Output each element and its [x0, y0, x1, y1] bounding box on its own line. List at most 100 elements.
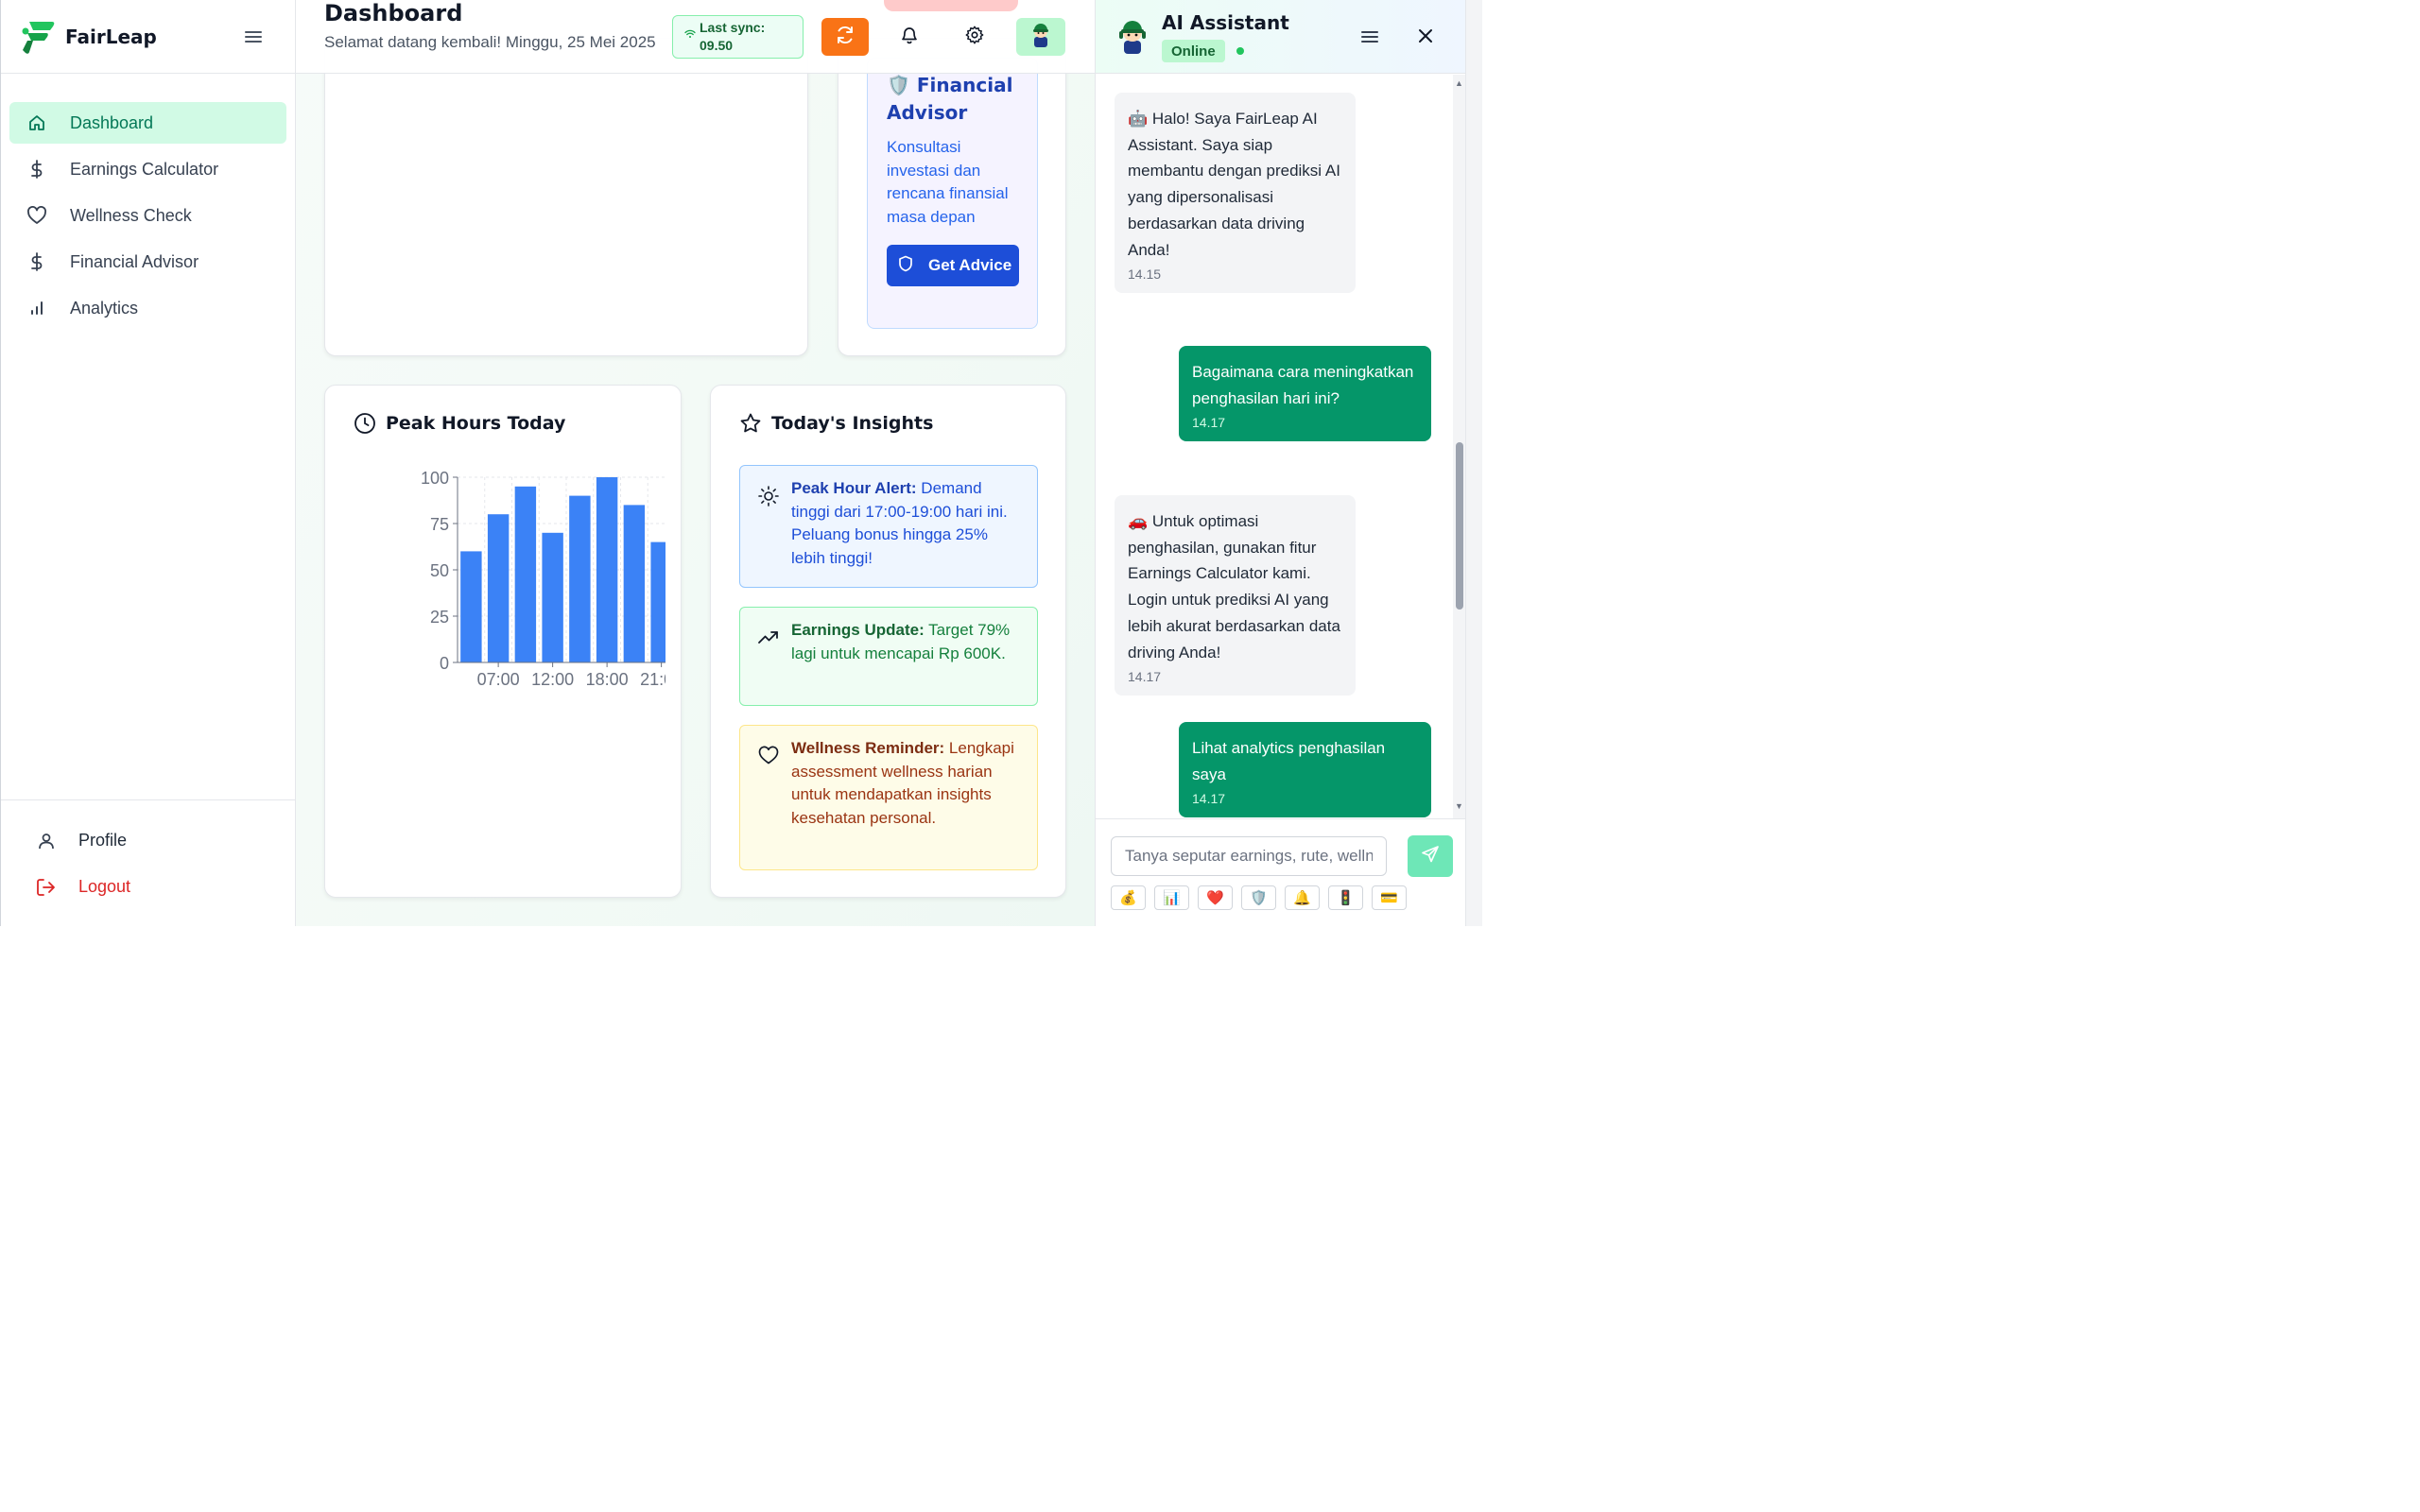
home-icon: [26, 112, 47, 133]
fairleap-logo-icon[interactable]: [20, 18, 56, 56]
message-text: 🤖 Halo! Saya FairLeap AI Assistant. Saya…: [1128, 110, 1340, 259]
message-text: Bagaimana cara meningkatkan penghasilan …: [1192, 363, 1414, 407]
y-tick-label: 100: [421, 469, 449, 488]
get-advice-label: Get Advice: [928, 256, 1012, 274]
page-scrollbar[interactable]: [1465, 0, 1482, 926]
x-tick-label: 21:00: [640, 670, 666, 689]
online-dot-icon: [1236, 47, 1244, 55]
heart-icon: [757, 745, 780, 773]
y-tick-label: 50: [430, 561, 449, 580]
shield-icon: [898, 255, 913, 277]
quick-security-button[interactable]: 🛡️: [1241, 885, 1276, 910]
clock-icon: [354, 412, 376, 435]
brand-name: FairLeap: [65, 25, 157, 48]
online-status-badge: Online: [1162, 40, 1225, 62]
message-text: Lihat analytics penghasilan saya: [1192, 739, 1386, 783]
sidebar-item-dashboard[interactable]: Dashboard: [9, 102, 286, 144]
chat-message-user: Lihat analytics penghasilan saya 14.17: [1179, 722, 1431, 818]
chat-message-user: Bagaimana cara meningkatkan penghasilan …: [1179, 346, 1431, 442]
sidebar-item-label: Financial Advisor: [70, 251, 199, 271]
peak-hours-title: Peak Hours Today: [386, 413, 566, 434]
message-text: 🚗 Untuk optimasi penghasilan, gunakan fi…: [1128, 512, 1340, 662]
notifications-button[interactable]: [886, 18, 933, 56]
quick-payment-button[interactable]: 💳: [1372, 885, 1407, 910]
quick-traffic-button[interactable]: 🚦: [1328, 885, 1363, 910]
settings-button[interactable]: [951, 18, 998, 56]
chart-bar: [514, 486, 537, 662]
financial-advisor-card: 🛡️ Financial Advisor Konsultasi investas…: [838, 38, 1066, 356]
sun-icon: [757, 485, 780, 515]
close-icon[interactable]: [1416, 26, 1435, 50]
advisor-title: 🛡️ Financial Advisor: [887, 72, 1028, 127]
insight-heading: Wellness Reminder:: [791, 739, 945, 757]
overview-card: [324, 38, 808, 356]
insights-header: Today's Insights: [739, 412, 933, 435]
sidebar-item-label: Earnings Calculator: [70, 159, 219, 179]
message-time: 14.15: [1128, 266, 1162, 283]
message-time: 14.17: [1128, 669, 1162, 685]
user-avatar-button[interactable]: [1016, 18, 1065, 56]
advisor-description: Konsultasi investasi dan rencana finansi…: [887, 138, 1009, 226]
shield-emoji-icon: 🛡️: [887, 74, 910, 96]
earnings-update: Earnings Update: Target 79% lagi untuk m…: [739, 607, 1038, 706]
user-icon: [35, 832, 58, 850]
logout-icon: [35, 878, 58, 897]
logout-button[interactable]: Logout: [35, 864, 296, 910]
chart-bar: [623, 505, 646, 662]
main-content: Dashboard Selamat datang kembali! Minggu…: [296, 0, 1095, 926]
profile-link[interactable]: Profile: [35, 817, 296, 864]
notification-banner-edge: [884, 0, 1018, 11]
quick-alerts-button[interactable]: 🔔: [1285, 885, 1320, 910]
sidebar-header: FairLeap: [1, 0, 295, 74]
chat-scrollbar-thumb[interactable]: [1456, 442, 1463, 610]
send-icon: [1421, 845, 1440, 868]
chart-bar: [460, 551, 482, 662]
refresh-icon: [835, 25, 856, 50]
gear-icon: [964, 25, 985, 50]
chart-bar: [487, 514, 510, 662]
chart-bar: [596, 477, 618, 662]
chart-bar: [650, 541, 666, 662]
insight-heading: Earnings Update:: [791, 621, 925, 639]
chat-message-bot: 🤖 Halo! Saya FairLeap AI Assistant. Saya…: [1115, 93, 1356, 294]
peak-hour-alert: Peak Hour Alert: Demand tinggi dari 17:0…: [739, 465, 1038, 588]
y-tick-label: 0: [440, 654, 449, 673]
x-tick-label: 07:00: [477, 670, 520, 689]
sidebar: FairLeap Dashboard Earnings Calculator W…: [0, 0, 296, 926]
sidebar-nav: Dashboard Earnings Calculator Wellness C…: [1, 74, 295, 329]
peak-hours-card: Peak Hours Today 0 25 50 75 100 07:00 12:00 18:…: [324, 385, 682, 898]
quick-wellness-button[interactable]: ❤️: [1198, 885, 1233, 910]
sidebar-item-wellness-check[interactable]: Wellness Check: [9, 195, 286, 236]
sidebar-menu-icon[interactable]: [243, 26, 264, 47]
chat-menu-icon[interactable]: [1359, 26, 1380, 52]
quick-actions: 💰 📊 ❤️ 🛡️ 🔔 🚦 💳: [1111, 885, 1407, 910]
chart-bar: [542, 532, 563, 662]
send-button[interactable]: [1408, 835, 1453, 877]
insights-title: Today's Insights: [771, 413, 934, 434]
refresh-button[interactable]: [821, 18, 869, 56]
sidebar-item-earnings-calculator[interactable]: Earnings Calculator: [9, 148, 286, 190]
sidebar-item-label: Analytics: [70, 298, 139, 318]
chat-input[interactable]: [1111, 836, 1387, 876]
logout-label: Logout: [78, 877, 131, 896]
dollar-icon: [26, 159, 47, 180]
financial-advisor-box: 🛡️ Financial Advisor Konsultasi investas…: [867, 58, 1038, 329]
bell-icon: [900, 25, 919, 50]
sidebar-item-analytics[interactable]: Analytics: [9, 287, 286, 329]
chat-message-bot: 🚗 Untuk optimasi penghasilan, gunakan fi…: [1115, 495, 1356, 696]
get-advice-button[interactable]: Get Advice: [887, 245, 1019, 286]
sidebar-item-financial-advisor[interactable]: Financial Advisor: [9, 241, 286, 283]
trending-up-icon: [757, 627, 780, 657]
sidebar-item-label: Dashboard: [70, 112, 154, 132]
quick-earnings-button[interactable]: 💰: [1111, 885, 1146, 910]
y-tick-label: 75: [430, 515, 449, 534]
quick-analytics-button[interactable]: 📊: [1154, 885, 1189, 910]
scroll-down-arrow-icon[interactable]: ▼: [1455, 801, 1463, 811]
dollar-icon: [26, 251, 47, 272]
wifi-icon: [684, 26, 696, 43]
peak-hours-chart: 0 25 50 75 100 07:00 12:00 18:00 21:00: [421, 469, 666, 689]
scroll-up-arrow-icon[interactable]: ▲: [1455, 78, 1463, 88]
sidebar-item-label: Wellness Check: [70, 205, 192, 225]
star-icon: [739, 412, 762, 435]
bot-avatar-icon: [1116, 18, 1149, 60]
